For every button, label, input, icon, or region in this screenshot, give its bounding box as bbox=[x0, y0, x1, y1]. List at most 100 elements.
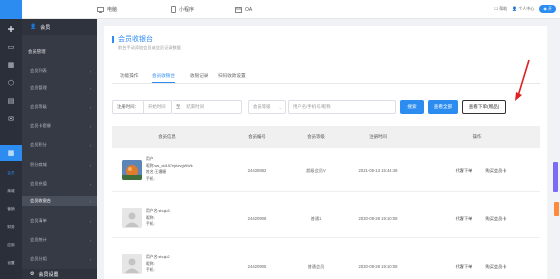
submenu-item-label: 会员统计 bbox=[30, 237, 47, 242]
submenu-item[interactable]: 积分商城 › bbox=[22, 160, 97, 170]
float-tab-purple[interactable] bbox=[553, 162, 558, 192]
buy-card-link[interactable]: 购买会员卡 bbox=[480, 168, 512, 174]
member-info: 用户名:shuju2 昵称: 手机: bbox=[146, 254, 170, 274]
toggle-switch[interactable]: ◉ 开 bbox=[539, 5, 556, 13]
register-time: 2020-09-28 19:10:08 bbox=[358, 264, 398, 269]
place-order-link[interactable]: 代客下单 bbox=[450, 264, 478, 270]
member-info-line: 姓名:王姗姗 bbox=[146, 170, 167, 175]
desktop-icon bbox=[97, 6, 104, 13]
user-center-link[interactable]: 👤 个人中心 bbox=[512, 6, 534, 12]
tab-miniprogram[interactable]: 小程序 bbox=[171, 5, 194, 14]
document-icon: ▤ bbox=[7, 98, 15, 105]
rail-box[interactable]: ⬡ bbox=[0, 75, 22, 91]
table-row: 用户 昵称:ws_dd157ejAevgWWk 姓名:王姗姗 手机: 24430… bbox=[112, 150, 540, 192]
submenu-footer[interactable]: ⚙ 会员设置 bbox=[22, 269, 97, 279]
help-link[interactable]: ☐ 帮助 bbox=[495, 6, 508, 12]
place-order-link[interactable]: 代客下单 bbox=[450, 216, 478, 222]
th-register-time: 注册时间 bbox=[369, 134, 387, 139]
default-avatar-icon bbox=[122, 208, 142, 228]
page-title: 会员收银台 bbox=[112, 34, 153, 44]
buy-card-link[interactable]: 购买会员卡 bbox=[480, 264, 512, 270]
submenu-item[interactable]: 会员统计 › bbox=[22, 235, 97, 245]
tab-operations[interactable]: 功能操作 bbox=[120, 73, 138, 79]
submenu-item[interactable]: 会员清单 › bbox=[22, 216, 97, 226]
th-actions: 操作 bbox=[472, 134, 482, 139]
chevron-right-icon: › bbox=[89, 181, 91, 187]
register-time: 2021-05-13 15:44:48 bbox=[358, 168, 398, 173]
rail-settings[interactable]: 设置 bbox=[0, 255, 22, 271]
view-all-button[interactable]: 查看全部 bbox=[428, 100, 458, 114]
rail-marketing[interactable]: 营销 bbox=[0, 201, 22, 217]
search-input[interactable]: 用户名/手机号/昵称 bbox=[288, 100, 396, 114]
float-tab-orange[interactable] bbox=[554, 202, 559, 216]
register-time-label: 注册时间： bbox=[117, 101, 144, 113]
rail-member-text: 会员 bbox=[7, 170, 15, 175]
submenu-item-label: 会员列表 bbox=[30, 68, 47, 73]
submenu: 👤 会员 会员管理 会员列表 › 会员管理 › 会员等级 › 会员卡套餐 › 会员积分 ›… bbox=[22, 19, 97, 279]
member-level: 超级会员V bbox=[306, 168, 326, 173]
submenu-item[interactable]: 会员列表 › bbox=[22, 66, 97, 76]
th-member-level: 会员等级 bbox=[307, 134, 325, 139]
chevron-right-icon: › bbox=[89, 85, 91, 91]
submenu-item[interactable]: 会员等级 › bbox=[22, 102, 97, 112]
chevron-right-icon: › bbox=[89, 123, 91, 129]
buy-card-link[interactable]: 购买会员卡 bbox=[480, 216, 512, 222]
logo[interactable] bbox=[0, 0, 22, 19]
chevron-right-icon: › bbox=[89, 218, 91, 224]
page-icon: ▭ bbox=[7, 44, 15, 51]
window-icon bbox=[235, 6, 242, 13]
plus-icon: ✚ bbox=[7, 24, 15, 34]
rail-page[interactable]: ▭ bbox=[0, 39, 22, 55]
submenu-item[interactable]: 会员积分 › bbox=[22, 140, 97, 150]
view-orders-button[interactable]: 查看下单(赠品) bbox=[462, 100, 506, 114]
register-end-field[interactable]: 至 结束时间 bbox=[172, 100, 242, 114]
tab-oa-label: OA bbox=[245, 6, 253, 13]
tab-scan-settings[interactable]: 扫码收款设置 bbox=[218, 73, 246, 79]
rail-mall[interactable]: 商城 bbox=[0, 183, 22, 199]
member-info-line: 昵称:ws_dd157ejAevgWWk bbox=[146, 163, 193, 168]
submenu-item-label: 会员充值 bbox=[30, 181, 47, 186]
tab-cashier[interactable]: 会员收银台 bbox=[152, 73, 175, 83]
rail-finance[interactable]: 财务 bbox=[0, 219, 22, 235]
submenu-item-active[interactable]: 会员收银台 › bbox=[22, 196, 97, 206]
chevron-down-icon: ⌄ bbox=[278, 104, 282, 110]
submenu-item[interactable]: 会员充值 › bbox=[22, 179, 97, 189]
table-header: 会员信息 会员编号 会员等级 注册时间 操作 bbox=[112, 126, 540, 148]
avatar bbox=[122, 254, 142, 274]
member-number: 24430882 bbox=[247, 168, 267, 173]
rail-home[interactable]: ✚ bbox=[0, 21, 22, 37]
page-tabs: 功能操作 会员收银台 收银记录 扫码收款设置 bbox=[112, 70, 540, 84]
rail-apps[interactable]: 应用 bbox=[0, 237, 22, 253]
rail-doc[interactable]: ▤ bbox=[0, 93, 22, 109]
rail-grid[interactable]: ▦ bbox=[0, 57, 22, 73]
tab-records[interactable]: 收银记录 bbox=[190, 73, 208, 79]
rail-mail[interactable]: ✉ bbox=[0, 111, 22, 127]
tab-desktop[interactable]: 电脑 bbox=[97, 5, 117, 14]
member-level-select[interactable]: 会员等级 ⌄ bbox=[248, 100, 286, 114]
submenu-item-label: 会员等级 bbox=[30, 104, 47, 109]
rail-member[interactable]: ▦ bbox=[0, 145, 22, 161]
submenu-item[interactable]: 会员分组 › bbox=[22, 254, 97, 264]
register-start-field[interactable]: 注册时间： 开始时间 bbox=[112, 100, 172, 114]
chevron-right-icon: › bbox=[89, 68, 91, 74]
avatar bbox=[122, 160, 142, 180]
chevron-right-icon: › bbox=[89, 142, 91, 148]
submenu-item[interactable]: 会员管理 › bbox=[22, 83, 97, 93]
submenu-item-label: 会员分组 bbox=[30, 256, 47, 261]
search-button[interactable]: 搜索 bbox=[400, 100, 424, 114]
submenu-item-label: 会员收银台 bbox=[30, 198, 51, 203]
member-number: 24420905 bbox=[247, 264, 267, 269]
place-order-link[interactable]: 代客下单 bbox=[450, 168, 478, 174]
chevron-right-icon: › bbox=[89, 256, 91, 262]
tab-oa[interactable]: OA bbox=[235, 5, 252, 14]
settings-icon: ⚙ bbox=[30, 271, 35, 277]
submenu-item[interactable]: 会员卡套餐 › bbox=[22, 121, 97, 131]
rail-apps-text: 应用 bbox=[7, 242, 15, 247]
rail-member-label[interactable]: 会员 bbox=[0, 165, 22, 181]
member-number: 24420906 bbox=[247, 216, 267, 221]
submenu-item-label: 会员管理 bbox=[30, 85, 47, 90]
page-subtitle: 前台手动添加会员或会员记录数据 bbox=[118, 45, 181, 50]
right-float-strip bbox=[552, 26, 560, 279]
help-icon: ☐ bbox=[494, 6, 499, 11]
submenu-group-title: 会员管理 bbox=[28, 49, 46, 54]
